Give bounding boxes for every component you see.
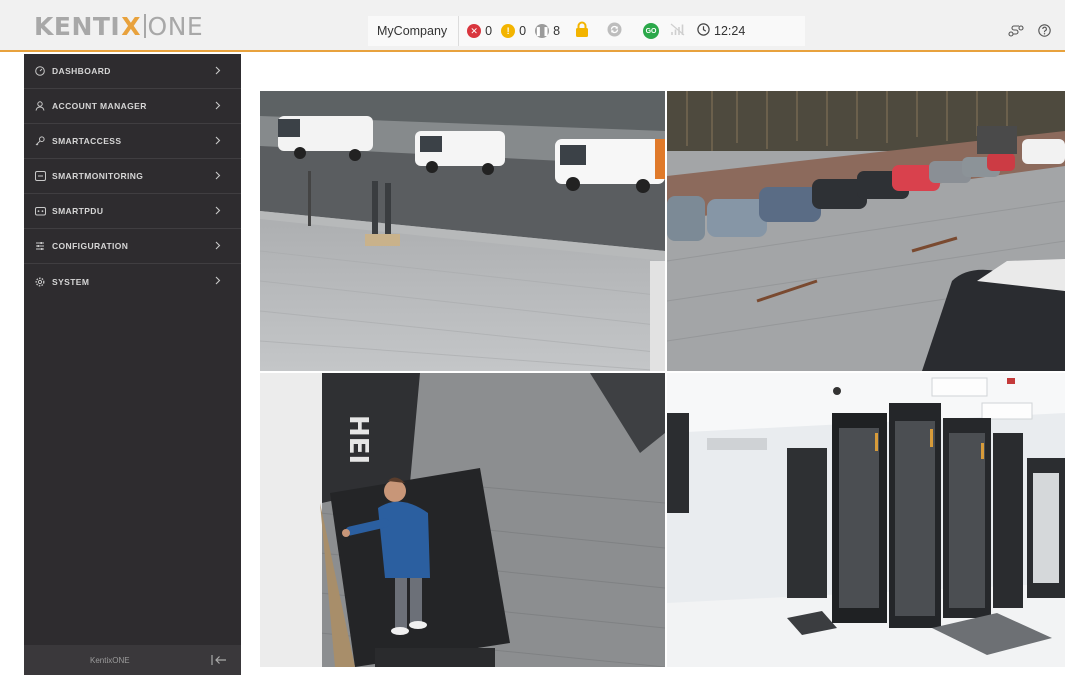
- sidebar-item-smartaccess[interactable]: SMARTACCESS: [24, 124, 241, 159]
- sidebar-item-dashboard[interactable]: DASHBOARD: [24, 54, 241, 89]
- kentix-one-logo[interactable]: KENTI X ONE: [34, 11, 204, 41]
- sidebar-item-label: ACCOUNT MANAGER: [52, 101, 147, 111]
- sidebar-item-label: SMARTACCESS: [52, 136, 122, 146]
- logo-text-one: ONE: [147, 11, 204, 41]
- clock-time: 12:24: [714, 24, 746, 38]
- warning-icon[interactable]: !: [501, 24, 516, 38]
- sidebar-item-account-manager[interactable]: ACCOUNT MANAGER: [24, 89, 241, 124]
- chevron-right-icon: [215, 206, 221, 217]
- sidebar-item-smartpdu[interactable]: SMARTPDU: [24, 194, 241, 229]
- footer-label: KentixONE: [90, 656, 130, 665]
- logo-text-x: X: [121, 11, 142, 41]
- camera-view-server-room[interactable]: [667, 373, 1065, 667]
- gear-icon: [34, 276, 46, 288]
- alarm-icon[interactable]: ✕: [467, 24, 482, 38]
- svg-text:HEI: HEI: [343, 415, 373, 464]
- route-icon[interactable]: [1008, 24, 1024, 42]
- logo-divider: [144, 14, 146, 38]
- sidebar-item-configuration[interactable]: CONFIGURATION: [24, 229, 241, 264]
- chevron-right-icon: [215, 171, 221, 182]
- camera-view-parking-lot[interactable]: [667, 91, 1065, 371]
- key-icon: [34, 135, 46, 147]
- chevron-right-icon: [215, 241, 221, 252]
- sidebar-item-label: SMARTMONITORING: [52, 171, 144, 181]
- no-signal-icon[interactable]: [670, 23, 685, 39]
- pdu-icon: [34, 205, 46, 217]
- sync-icon[interactable]: [607, 22, 622, 40]
- camera-view-parking-entrance[interactable]: [260, 91, 665, 371]
- logo-text-kenti: KENTI: [34, 11, 121, 41]
- sidebar-item-system[interactable]: SYSTEM: [24, 264, 241, 299]
- status-bar: MyCompany ✕ 0 ! 0 ❚❚ 8 GO 12:24: [368, 16, 805, 46]
- sidebar-item-label: SYSTEM: [52, 276, 90, 287]
- sidebar-item-label: SMARTPDU: [52, 206, 104, 216]
- lock-icon[interactable]: [575, 21, 589, 41]
- monitor-icon: [34, 170, 46, 182]
- sidebar-item-smartmonitoring[interactable]: SMARTMONITORING: [24, 159, 241, 194]
- warning-count: 0: [519, 24, 527, 38]
- collapse-sidebar-icon[interactable]: [211, 654, 227, 668]
- camera-view-entrance-person[interactable]: HEI: [260, 373, 665, 667]
- chevron-right-icon: [215, 136, 221, 147]
- clock-icon: [697, 23, 710, 39]
- chevron-right-icon: [215, 101, 221, 112]
- dashboard-icon: [34, 65, 46, 77]
- sidebar-item-label: DASHBOARD: [52, 66, 111, 76]
- chevron-right-icon: [215, 276, 221, 287]
- chevron-right-icon: [215, 66, 221, 77]
- top-header: KENTI X ONE MyCompany ✕ 0 ! 0 ❚❚ 8 GO 12…: [0, 0, 1065, 52]
- info-count: 8: [553, 24, 561, 38]
- user-icon: [34, 100, 46, 112]
- info-icon[interactable]: ❚❚: [535, 24, 550, 38]
- sidebar-item-label: CONFIGURATION: [52, 241, 129, 251]
- help-icon[interactable]: [1038, 24, 1051, 42]
- sliders-icon: [34, 240, 46, 252]
- company-selector[interactable]: MyCompany: [368, 16, 460, 46]
- go-badge[interactable]: GO: [643, 23, 660, 39]
- sidebar-footer: KentixONE: [24, 645, 241, 675]
- sidebar: DASHBOARD ACCOUNT MANAGER SMARTACCESS SM…: [24, 54, 241, 675]
- alarm-count: 0: [485, 24, 493, 38]
